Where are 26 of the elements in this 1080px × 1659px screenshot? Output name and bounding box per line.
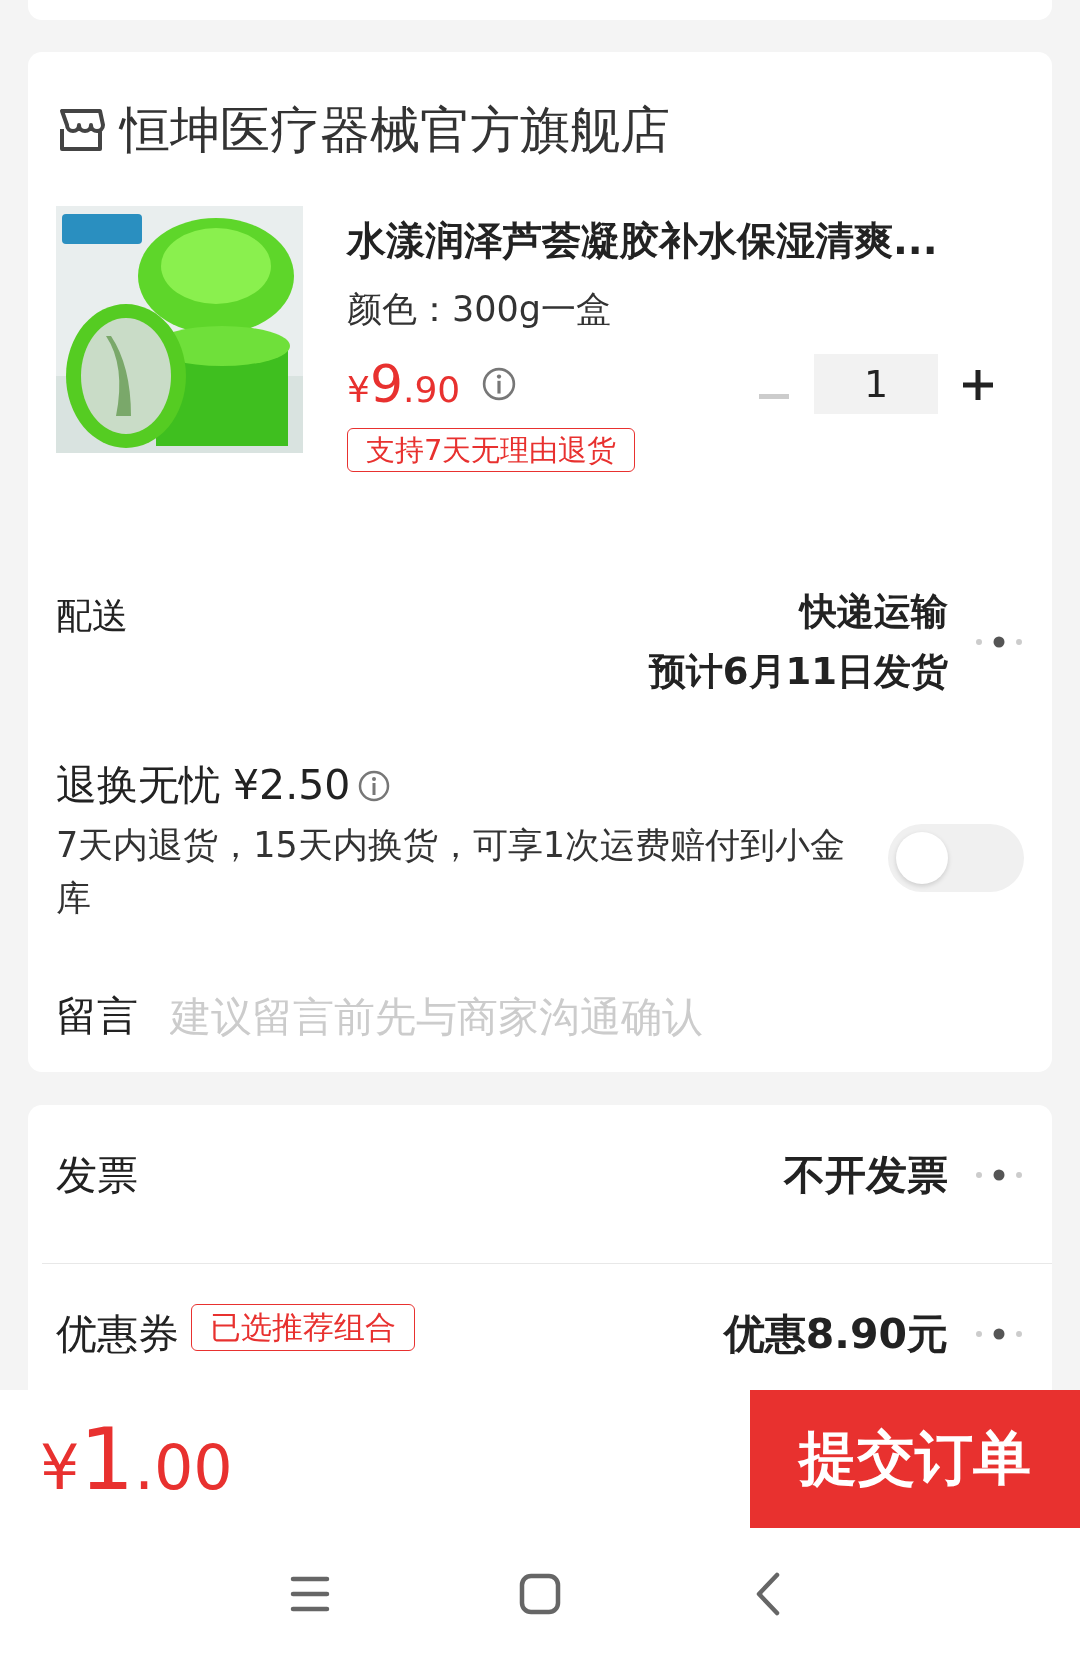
insurance-title: 退换无忧 ¥2.50 (56, 760, 351, 812)
product-title[interactable]: 水漾润泽芦荟凝胶补水保湿清爽... (347, 216, 1024, 266)
coupon-value[interactable]: 优惠8.90元 (723, 1304, 948, 1364)
insurance-description: 7天内退货，15天内换货，可享1次运费赔付到小金库 (56, 824, 847, 921)
delivery-label: 配送 (56, 594, 128, 639)
return-policy-tag: 支持7天无理由退货 (347, 428, 636, 473)
product-price: ¥9.90 (347, 358, 461, 410)
invoice-value[interactable]: 不开发票 (784, 1145, 948, 1205)
invoice-label: 发票 (56, 1149, 138, 1201)
minus-icon (759, 394, 789, 400)
delivery-eta: 预计6月11日发货 (648, 649, 948, 696)
total-price: ¥1.00 (40, 1416, 233, 1502)
more-icon[interactable] (974, 636, 1024, 649)
info-icon[interactable] (358, 769, 391, 802)
message-label: 留言 (56, 991, 138, 1043)
store-name[interactable]: 恒坤医疗器械官方旗舰店 (120, 96, 670, 164)
info-icon[interactable] (482, 367, 517, 401)
quantity-field[interactable]: 1 (814, 354, 938, 414)
coupon-label: 优惠券 (56, 1308, 179, 1360)
product-spec: 颜色：300g一盒 (347, 288, 613, 331)
delivery-method[interactable]: 快递运输 (800, 582, 948, 643)
more-icon[interactable] (974, 1328, 1024, 1340)
plus-icon (963, 370, 993, 400)
coupon-tag: 已选推荐组合 (191, 1304, 415, 1351)
submit-order-button[interactable]: 提交订单 (750, 1390, 1080, 1528)
more-icon[interactable] (974, 1169, 1024, 1181)
